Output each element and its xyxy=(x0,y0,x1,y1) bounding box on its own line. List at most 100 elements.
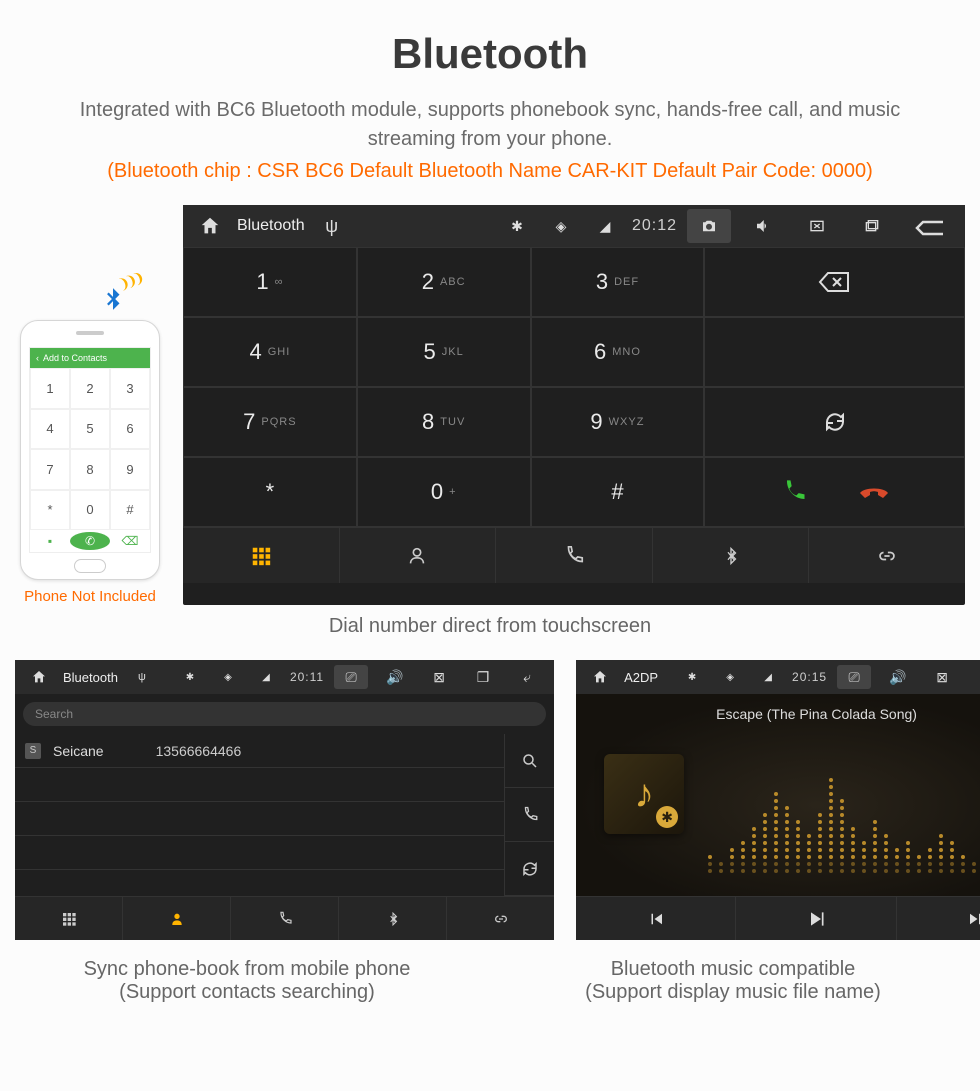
dial-key-4[interactable]: 4GHI xyxy=(183,317,357,387)
phone-mock: ❩❩❩ ‹Add to Contacts 123456789*0# ▪ ✆ ⌫ … xyxy=(15,320,165,605)
page-title: Bluetooth xyxy=(15,30,965,78)
close-button[interactable] xyxy=(795,209,839,243)
dial-key-5[interactable]: 5JKL xyxy=(357,317,531,387)
phone-call-icon: ✆ xyxy=(70,532,110,550)
tab-contacts[interactable] xyxy=(340,528,497,583)
phone-key: 1 xyxy=(30,368,70,409)
usb-icon: ψ xyxy=(315,211,349,241)
tab-contacts[interactable] xyxy=(123,897,231,940)
phone-key: * xyxy=(30,490,70,531)
phone-key: 8 xyxy=(70,449,110,490)
phone-key: 2 xyxy=(70,368,110,409)
headunit-music: A2DP ✱ ◈ ◢ 20:15 ⎚ 🔊 ⊠ ❐ ⤶ Escape (The P… xyxy=(576,660,980,940)
app-title: Bluetooth xyxy=(237,217,305,235)
status-bar: Bluetooth ψ ✱ ◈ ◢ 20:11 ⎚ 🔊 ⊠ ❐ ⤶ xyxy=(15,660,554,694)
hangup-button[interactable] xyxy=(858,481,890,503)
phone-delete-icon: ⌫ xyxy=(110,530,150,552)
wifi-status-icon: ◢ xyxy=(754,665,782,689)
bt-status-icon: ✱ xyxy=(176,665,204,689)
home-icon[interactable] xyxy=(586,665,614,689)
search-input[interactable]: Search xyxy=(23,702,546,726)
phone-key: # xyxy=(110,490,150,531)
clock: 20:12 xyxy=(632,217,677,235)
song-title: Escape (The Pina Colada Song) xyxy=(576,694,980,722)
home-icon[interactable] xyxy=(193,211,227,241)
phone-key: 9 xyxy=(110,449,150,490)
app-title: A2DP xyxy=(624,670,658,685)
recent-button[interactable]: ❐ xyxy=(466,665,500,689)
contact-row xyxy=(15,768,504,802)
close-button[interactable]: ⊠ xyxy=(925,665,959,689)
phone-key: 4 xyxy=(30,409,70,450)
bt-status-icon: ✱ xyxy=(678,665,706,689)
music-note-icon: ♪ xyxy=(634,772,654,817)
album-art: ♪ ✱ xyxy=(604,754,684,834)
dial-key-*[interactable]: * xyxy=(183,457,357,527)
gps-status-icon: ◈ xyxy=(544,211,578,241)
dial-key-#[interactable]: # xyxy=(531,457,705,527)
tab-recent[interactable] xyxy=(496,528,653,583)
screenshot-button[interactable] xyxy=(687,209,731,243)
recent-button[interactable] xyxy=(849,209,893,243)
side-call-button[interactable] xyxy=(505,788,554,842)
dial-key-2[interactable]: 2ABC xyxy=(357,247,531,317)
screenshot-button[interactable]: ⎚ xyxy=(334,665,368,689)
dial-side-cell xyxy=(704,317,965,387)
dial-key-7[interactable]: 7PQRS xyxy=(183,387,357,457)
contact-row xyxy=(15,802,504,836)
dial-side-cell xyxy=(704,387,965,457)
phone-topbar-label: Add to Contacts xyxy=(43,353,107,363)
gps-status-icon: ◈ xyxy=(716,665,744,689)
call-button[interactable] xyxy=(780,478,808,506)
side-sync-button[interactable] xyxy=(505,842,554,896)
tab-keypad[interactable] xyxy=(183,528,340,583)
phone-video-icon: ▪ xyxy=(30,530,70,552)
contact-row xyxy=(15,836,504,870)
redial-button[interactable] xyxy=(821,410,849,434)
contact-number: 13566664466 xyxy=(156,743,242,759)
volume-button[interactable] xyxy=(741,209,785,243)
tab-pair[interactable] xyxy=(447,897,554,940)
music-caption: Bluetooth music compatible (Support disp… xyxy=(501,958,965,1004)
side-search-button[interactable] xyxy=(505,734,554,788)
tab-bluetooth[interactable] xyxy=(339,897,447,940)
contact-row[interactable]: S Seicane 13566664466 xyxy=(15,734,504,768)
dial-side-cell xyxy=(704,457,965,527)
app-title: Bluetooth xyxy=(63,670,118,685)
phone-key: 7 xyxy=(30,449,70,490)
tab-bluetooth[interactable] xyxy=(653,528,810,583)
prev-button[interactable] xyxy=(576,897,736,940)
dial-key-8[interactable]: 8TUV xyxy=(357,387,531,457)
phone-key: 3 xyxy=(110,368,150,409)
clock: 20:15 xyxy=(792,670,827,684)
tab-pair[interactable] xyxy=(809,528,965,583)
screenshot-button[interactable]: ⎚ xyxy=(837,665,871,689)
volume-button[interactable]: 🔊 xyxy=(881,665,915,689)
next-button[interactable] xyxy=(897,897,980,940)
tab-keypad[interactable] xyxy=(15,897,123,940)
dial-key-6[interactable]: 6MNO xyxy=(531,317,705,387)
dial-key-3[interactable]: 3DEF xyxy=(531,247,705,317)
back-button[interactable] xyxy=(903,209,955,243)
backspace-button[interactable] xyxy=(818,270,852,294)
tab-recent[interactable] xyxy=(231,897,339,940)
wifi-status-icon: ◢ xyxy=(252,665,280,689)
status-bar: Bluetooth ψ ✱ ◈ ◢ 20:12 xyxy=(183,205,965,247)
dial-side-cell xyxy=(704,247,965,317)
volume-button[interactable]: 🔊 xyxy=(378,665,412,689)
dial-key-0[interactable]: 0+ xyxy=(357,457,531,527)
home-icon[interactable] xyxy=(25,665,53,689)
dialer-caption: Dial number direct from touchscreen xyxy=(15,615,965,638)
dial-key-9[interactable]: 9WXYZ xyxy=(531,387,705,457)
usb-icon: ψ xyxy=(128,665,156,689)
wifi-status-icon: ◢ xyxy=(588,211,622,241)
back-button[interactable]: ⤶ xyxy=(510,665,544,689)
play-button[interactable] xyxy=(736,897,896,940)
equalizer-visual xyxy=(706,744,980,876)
phone-key: 0 xyxy=(70,490,110,531)
close-button[interactable]: ⊠ xyxy=(422,665,456,689)
dial-key-1[interactable]: 1∞ xyxy=(183,247,357,317)
contact-name: Seicane xyxy=(53,743,104,759)
recent-button[interactable]: ❐ xyxy=(969,665,980,689)
bluetooth-badge-icon: ✱ xyxy=(656,806,678,828)
